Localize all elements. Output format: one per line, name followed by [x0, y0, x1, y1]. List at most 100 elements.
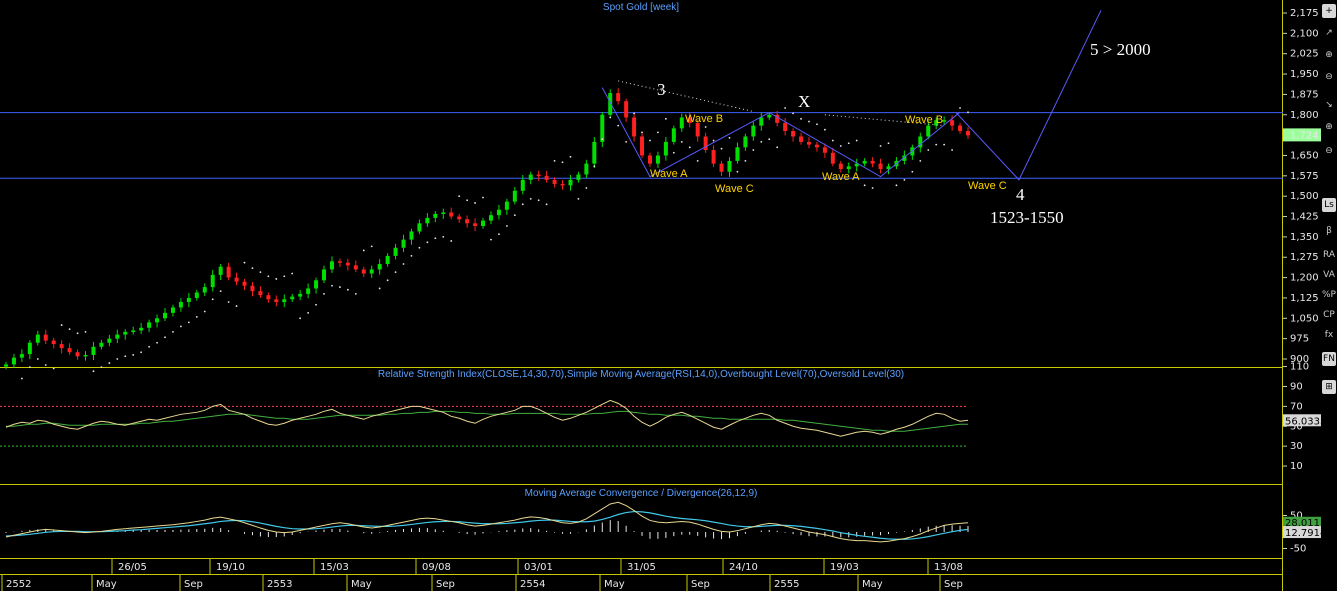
- candle-body: [488, 215, 493, 221]
- candle-body: [147, 322, 152, 328]
- sar-dot: [267, 275, 270, 278]
- candle-body: [830, 152, 835, 164]
- sar-dot: [187, 321, 190, 324]
- candle-body: [83, 354, 88, 357]
- sar-dot: [879, 145, 882, 147]
- sar-dot: [601, 138, 604, 141]
- candle-body: [186, 297, 191, 303]
- candle-body: [592, 141, 597, 164]
- candle-body: [194, 292, 199, 298]
- price-tick-label: 1,275: [1290, 252, 1319, 263]
- sar-dot: [505, 225, 508, 227]
- price-tick-label: 1,875: [1290, 89, 1319, 100]
- candle-body: [735, 147, 740, 161]
- sar-dot: [816, 123, 818, 126]
- toolbar-button[interactable]: VA: [1322, 268, 1336, 282]
- candle-body: [99, 342, 104, 347]
- sar-dot: [847, 142, 850, 145]
- sar-dot: [195, 316, 198, 318]
- candle-body: [655, 155, 660, 164]
- candle-body: [59, 344, 64, 349]
- sar-dot: [577, 197, 580, 200]
- candle-body: [958, 125, 963, 132]
- sar-dot: [808, 120, 810, 123]
- sar-dot: [498, 233, 500, 236]
- toolbar-button[interactable]: ⊖: [1322, 144, 1336, 158]
- toolbar-button[interactable]: ↘: [1322, 98, 1336, 112]
- sar-dot: [434, 237, 437, 240]
- candle-body: [862, 160, 867, 164]
- sar-dot: [776, 146, 779, 149]
- sar-dot: [625, 141, 628, 143]
- candle-body: [568, 179, 573, 186]
- toolbar-button[interactable]: ⊕: [1322, 120, 1336, 134]
- sar-dot: [545, 203, 548, 206]
- sar-dot: [402, 263, 405, 265]
- candle-body: [226, 266, 231, 278]
- candle-body: [878, 163, 883, 170]
- sar-dot: [482, 196, 484, 199]
- candle-body: [743, 136, 748, 148]
- candle-body: [926, 125, 931, 137]
- date-tick-label: 03/01: [524, 562, 553, 573]
- candle-body: [242, 281, 247, 286]
- price-tick-label: 1,575: [1290, 171, 1319, 182]
- candle-body: [799, 136, 804, 142]
- sar-dot: [116, 358, 119, 360]
- sar-dot: [633, 112, 635, 115]
- toolbar-button[interactable]: CP: [1322, 308, 1336, 322]
- wave-label: Wave A: [650, 168, 688, 180]
- candle-body: [552, 179, 557, 184]
- toolbar-button[interactable]: FN: [1322, 352, 1336, 366]
- sar-dot: [108, 362, 111, 364]
- candle-body: [75, 352, 80, 357]
- toolbar-button[interactable]: ↗: [1322, 26, 1336, 40]
- period-tick-label: Sep: [944, 579, 963, 590]
- toolbar-button[interactable]: ⊕: [1322, 48, 1336, 62]
- sar-dot: [800, 117, 802, 120]
- toolbar-button[interactable]: Ls: [1322, 198, 1336, 212]
- toolbar-button[interactable]: fx: [1322, 328, 1336, 342]
- candle-body: [457, 216, 462, 220]
- wave-label: Wave C: [968, 180, 1007, 192]
- toolbar-button[interactable]: +: [1322, 4, 1336, 18]
- candle-body: [647, 155, 652, 164]
- sar-dot: [426, 241, 429, 244]
- date-tick-label: 09/08: [422, 562, 451, 573]
- toolbar-button[interactable]: β: [1322, 224, 1336, 238]
- macd-tick-label: -50: [1290, 544, 1306, 555]
- candle-body: [91, 346, 96, 355]
- sar-dot: [593, 165, 596, 168]
- candle-body: [178, 302, 183, 308]
- price-tick-label: 1,050: [1290, 313, 1319, 324]
- price-tick-label: 2,100: [1290, 28, 1319, 39]
- sar-dot: [696, 159, 699, 162]
- sar-dot: [720, 147, 723, 150]
- sar-dot: [871, 187, 874, 189]
- sar-dot: [227, 301, 230, 303]
- sar-dot: [927, 149, 930, 151]
- wave-label: 3: [657, 80, 666, 99]
- toolbar-button[interactable]: RA: [1322, 248, 1336, 262]
- sar-dot: [164, 336, 166, 339]
- candle-body: [266, 295, 271, 300]
- sar-dot: [235, 305, 238, 307]
- sar-dot: [935, 143, 938, 146]
- candle-body: [322, 269, 327, 281]
- period-tick-label: 2552: [6, 579, 31, 590]
- rsi-panel-title: Relative Strength Index(CLOSE,14,30,70),…: [378, 369, 904, 380]
- sar-dot: [84, 330, 87, 333]
- price-panel-title: Spot Gold [week]: [603, 2, 679, 13]
- candle-body: [202, 287, 207, 293]
- candle-body: [814, 144, 819, 148]
- sar-dot: [959, 107, 961, 109]
- candle-body: [449, 212, 454, 217]
- date-tick-label: 24/10: [729, 562, 758, 573]
- toolbar-button[interactable]: ⊞: [1322, 380, 1336, 394]
- sar-dot: [553, 159, 556, 162]
- candle-body: [838, 163, 843, 170]
- toolbar-button[interactable]: ⊖: [1322, 70, 1336, 84]
- candle-body: [671, 128, 676, 142]
- sar-dot: [680, 141, 683, 143]
- toolbar-button[interactable]: %P: [1322, 288, 1336, 302]
